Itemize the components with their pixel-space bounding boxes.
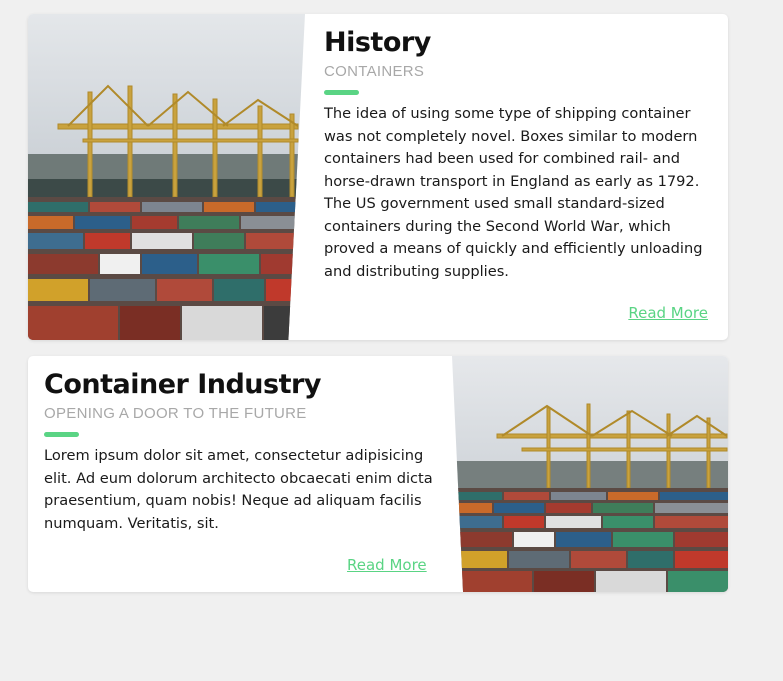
card-title: Container Industry [44, 369, 321, 400]
container-industry-content: Container Industry OPENING A DOOR TO THE… [44, 356, 434, 535]
container-port-image [28, 14, 305, 340]
card-subtitle: CONTAINERS [324, 63, 425, 80]
container-industry-card: Container Industry OPENING A DOOR TO THE… [28, 356, 728, 592]
accent-divider [324, 90, 359, 95]
read-more-link[interactable]: Read More [628, 304, 708, 322]
container-port-image [452, 356, 728, 592]
history-content: History CONTAINERS The idea of using som… [324, 14, 714, 283]
card-title: History [324, 27, 431, 58]
port-photo-graphic [452, 356, 728, 592]
read-more-link[interactable]: Read More [347, 556, 427, 574]
port-photo-graphic [28, 14, 305, 340]
accent-divider [44, 432, 79, 437]
card-subtitle: OPENING A DOOR TO THE FUTURE [44, 405, 307, 422]
history-card: History CONTAINERS The idea of using som… [28, 14, 728, 340]
card-body-text: The idea of using some type of shipping … [324, 105, 703, 280]
card-body-text: Lorem ipsum dolor sit amet, consectetur … [44, 447, 433, 532]
